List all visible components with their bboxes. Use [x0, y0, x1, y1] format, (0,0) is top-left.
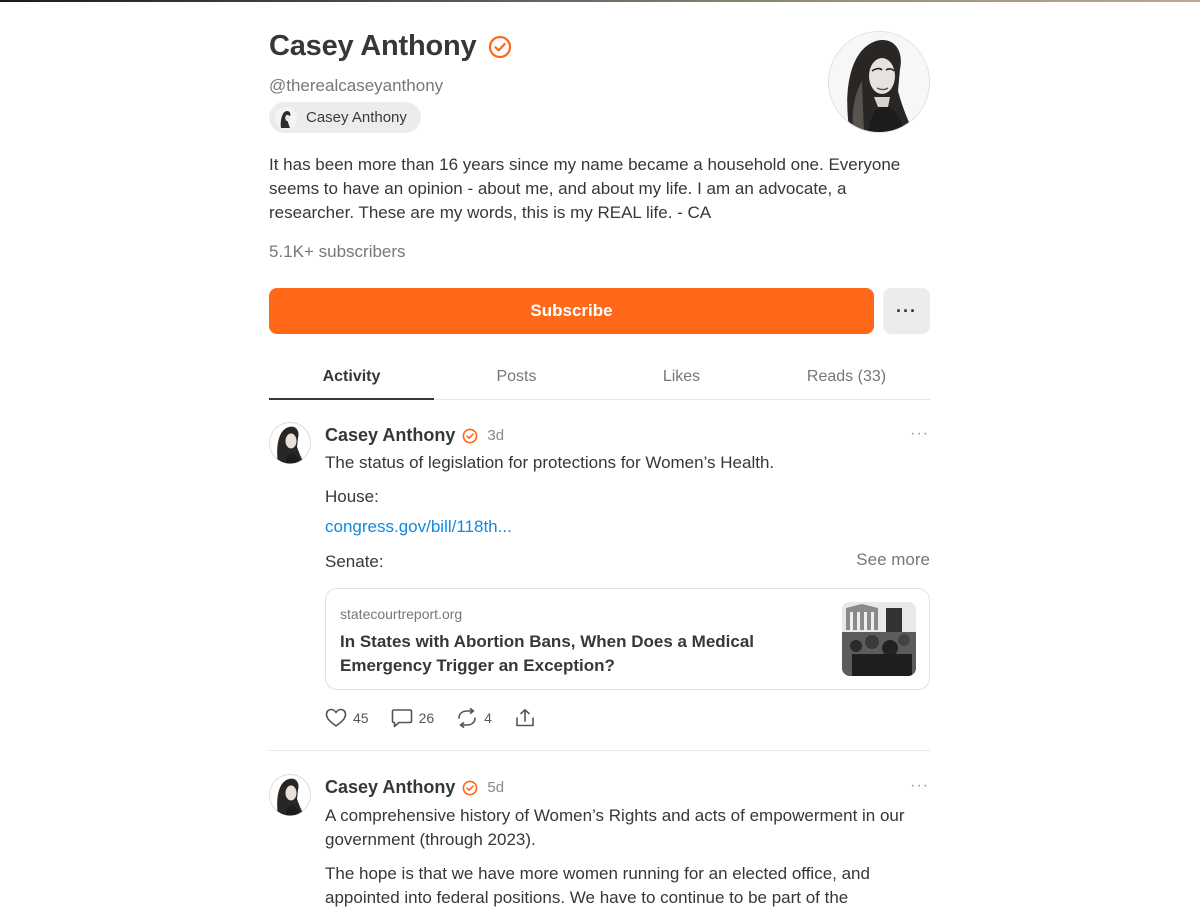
post-timestamp: 5d [487, 779, 505, 796]
restack-icon [458, 708, 476, 728]
verified-badge-icon [462, 428, 478, 443]
link-card-domain: statecourtreport.org [340, 606, 463, 622]
profile-handle: @therealcaseyanthony [269, 76, 444, 95]
profile-page: Casey Anthony @therealcaseyanthony Casey… [269, 0, 930, 907]
post-header: Casey Anthony 5d [325, 777, 504, 798]
verified-badge-icon [489, 35, 512, 58]
subscribe-button[interactable]: Subscribe [269, 288, 874, 334]
like-count: 45 [353, 710, 369, 726]
restack-button[interactable]: 4 [456, 708, 492, 728]
profile-avatar [828, 31, 930, 133]
restack-count: 4 [484, 710, 492, 726]
post-divider [269, 750, 930, 751]
post-actions: 45 26 4 [325, 708, 564, 728]
comment-button[interactable]: 26 [391, 708, 435, 728]
post-timestamp: 3d [487, 427, 505, 444]
link-card-thumbnail [842, 602, 916, 676]
post-text-line: House: [325, 487, 379, 506]
profile-tabs: Activity Posts Likes Reads (33) [269, 356, 930, 400]
link-card-title: In States with Abortion Bans, When Does … [340, 632, 755, 675]
tab-reads[interactable]: Reads (33) [764, 356, 929, 399]
tab-posts[interactable]: Posts [434, 356, 599, 399]
publication-chip[interactable]: Casey Anthony [269, 102, 421, 133]
link-preview-card[interactable]: statecourtreport.org In States with Abor… [325, 588, 930, 690]
post-menu-button[interactable]: ··· [910, 777, 929, 795]
like-button[interactable]: 45 [325, 708, 369, 728]
post-author-name[interactable]: Casey Anthony [325, 777, 455, 798]
post-author-avatar[interactable] [269, 774, 311, 816]
tab-activity[interactable]: Activity [269, 356, 434, 400]
comment-icon [391, 709, 412, 728]
post-text-line: A comprehensive history of Women’s Right… [325, 806, 905, 849]
post-header: Casey Anthony 3d [325, 425, 504, 446]
more-options-button[interactable]: ··· [883, 288, 930, 334]
comment-count: 26 [418, 710, 435, 726]
post-text-line: Senate: [325, 552, 384, 571]
share-icon [516, 709, 534, 727]
subscriber-count: 5.1K+ subscribers [269, 242, 406, 261]
post-link[interactable]: congress.gov/bill/118th... [325, 517, 512, 537]
post-author-name[interactable]: Casey Anthony [325, 425, 455, 446]
share-button[interactable] [514, 708, 542, 728]
tab-likes[interactable]: Likes [599, 356, 764, 399]
post-text-line: The hope is that we have more women runn… [325, 864, 870, 907]
profile-name: Casey Anthony [269, 30, 477, 62]
post-text-line: The status of legislation for protection… [325, 453, 775, 472]
publication-name: Casey Anthony [306, 109, 407, 126]
post-author-avatar[interactable] [269, 422, 311, 464]
profile-bio: It has been more than 16 years since my … [269, 155, 901, 222]
verified-badge-icon [462, 780, 478, 795]
profile-name-row: Casey Anthony [269, 30, 512, 63]
see-more-link[interactable]: See more [856, 550, 930, 570]
heart-icon [325, 708, 347, 727]
post-menu-button[interactable]: ··· [910, 425, 929, 443]
publication-avatar [275, 106, 297, 129]
